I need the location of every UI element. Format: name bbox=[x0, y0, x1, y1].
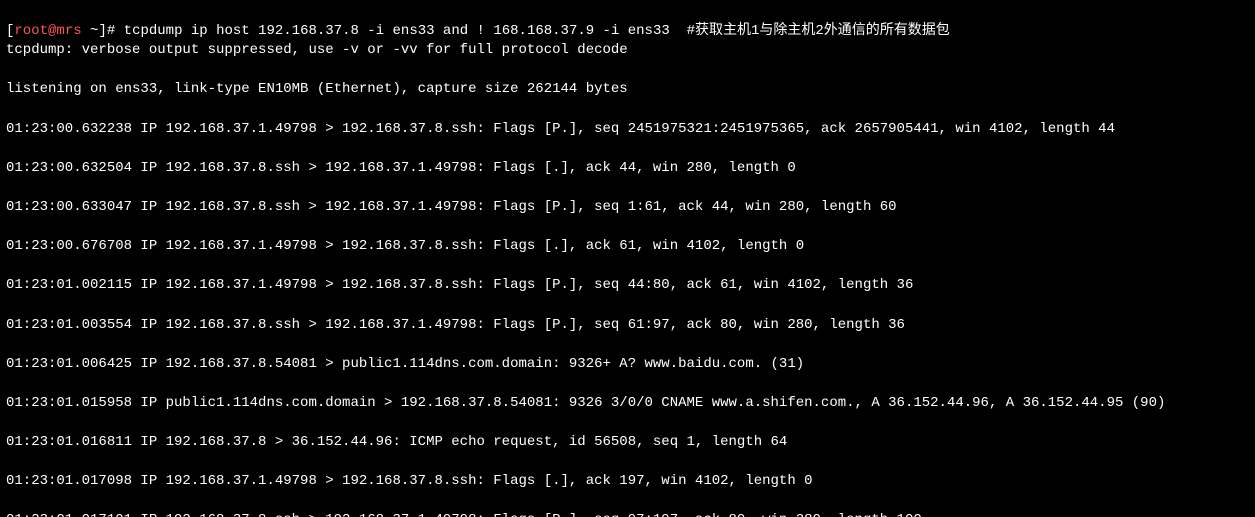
output-line: 01:23:00.676708 IP 192.168.37.1.49798 > … bbox=[6, 237, 1249, 257]
output-line: 01:23:01.017098 IP 192.168.37.1.49798 > … bbox=[6, 472, 1249, 492]
prompt-line: [root@mrs ~]# tcpdump ip host 192.168.37… bbox=[6, 23, 950, 39]
output-line: 01:23:01.002115 IP 192.168.37.1.49798 > … bbox=[6, 276, 1249, 296]
prompt-user: root bbox=[14, 23, 48, 39]
prompt-path: ~ bbox=[82, 23, 99, 39]
output-line: 01:23:01.016811 IP 192.168.37.8 > 36.152… bbox=[6, 433, 1249, 453]
output-line: tcpdump: verbose output suppressed, use … bbox=[6, 41, 1249, 61]
output-line: 01:23:01.003554 IP 192.168.37.8.ssh > 19… bbox=[6, 316, 1249, 336]
output-line: 01:23:00.632238 IP 192.168.37.1.49798 > … bbox=[6, 120, 1249, 140]
output-line: 01:23:01.017101 IP 192.168.37.8.ssh > 19… bbox=[6, 511, 1249, 517]
output-line: listening on ens33, link-type EN10MB (Et… bbox=[6, 80, 1249, 100]
output-line: 01:23:00.633047 IP 192.168.37.8.ssh > 19… bbox=[6, 198, 1249, 218]
command-text: tcpdump ip host 192.168.37.8 -i ens33 an… bbox=[124, 23, 670, 39]
output-line: 01:23:01.006425 IP 192.168.37.8.54081 > … bbox=[6, 355, 1249, 375]
command-comment: #获取主机1与除主机2外通信的所有数据包 bbox=[670, 23, 950, 39]
terminal-window[interactable]: [root@mrs ~]# tcpdump ip host 192.168.37… bbox=[0, 0, 1255, 517]
output-line: 01:23:00.632504 IP 192.168.37.8.ssh > 19… bbox=[6, 159, 1249, 179]
output-line: 01:23:01.015958 IP public1.114dns.com.do… bbox=[6, 394, 1249, 414]
prompt-host: mrs bbox=[56, 23, 81, 39]
prompt-close-bracket: ]# bbox=[98, 23, 123, 39]
